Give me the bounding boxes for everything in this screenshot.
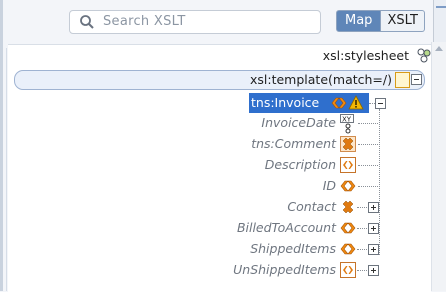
connector-line <box>358 123 378 124</box>
id-label: ID <box>322 178 336 193</box>
scroll-up-arrow-icon[interactable] <box>435 46 443 51</box>
element-box-icon <box>340 157 356 173</box>
expand-unshippeditems-icon[interactable] <box>368 265 379 276</box>
tree-node-unshippeditems[interactable]: UnShippedItems <box>0 260 446 280</box>
tree-node-invoicedate[interactable]: InvoiceDate XY <box>0 113 446 134</box>
element-icon <box>340 222 356 234</box>
tree-node-comment[interactable]: tns:Comment <box>0 134 446 154</box>
expand-contact-icon[interactable] <box>368 202 379 213</box>
stylesheet-label: xsl:stylesheet <box>322 48 410 63</box>
warning-icon <box>348 95 364 110</box>
view-tabs: Map XSLT <box>336 10 425 32</box>
connector-line <box>357 249 367 250</box>
tree-node-invoice[interactable]: tns:Invoice <box>249 93 369 113</box>
expand-billedtoaccount-icon[interactable] <box>368 223 379 234</box>
connector-line <box>358 165 378 166</box>
connector-line <box>357 270 367 271</box>
element-icon <box>340 243 356 255</box>
choice-icon <box>340 136 356 152</box>
invoice-label: tns:Invoice <box>251 95 320 110</box>
billedtoaccount-label: BilledToAccount <box>236 220 336 235</box>
contact-label: Contact <box>287 199 336 214</box>
stylesheet-icon <box>417 48 431 63</box>
connector-line <box>357 228 367 229</box>
search-placeholder: Search XSLT <box>103 14 186 29</box>
template-icon <box>395 72 410 88</box>
tree-node-description[interactable]: Description <box>0 155 446 175</box>
search-icon <box>80 15 94 29</box>
tree-node-template[interactable]: xsl:template(match=/) <box>14 70 425 90</box>
element-icon <box>331 97 347 109</box>
description-label: Description <box>264 157 336 172</box>
tree-node-billedtoaccount[interactable]: BilledToAccount <box>0 218 446 238</box>
expand-shippeditems-icon[interactable] <box>368 244 379 255</box>
template-label: xsl:template(match=/) <box>250 72 392 87</box>
tab-map[interactable]: Map <box>336 10 382 32</box>
panel-corner <box>433 0 446 42</box>
element-box-icon <box>340 262 356 278</box>
unshippeditems-label: UnShippedItems <box>233 262 336 277</box>
element-icon <box>340 180 356 192</box>
connector-line <box>358 144 378 145</box>
connector-line <box>358 186 378 187</box>
collapse-invoice-icon[interactable] <box>375 98 386 109</box>
tree-node-id[interactable]: ID <box>0 176 446 196</box>
toolbar: Search XSLT Map XSLT <box>10 0 432 42</box>
search-input[interactable]: Search XSLT <box>69 10 321 34</box>
tree-node-contact[interactable]: Contact <box>0 197 446 217</box>
comment-label: tns:Comment <box>251 136 336 151</box>
choice-icon <box>342 200 354 214</box>
tree-node-stylesheet[interactable]: xsl:stylesheet <box>323 46 432 66</box>
svg-text:XY: XY <box>342 116 352 124</box>
tree-node-shippeditems[interactable]: ShippedItems <box>0 239 446 259</box>
collapse-template-icon[interactable] <box>411 74 422 85</box>
xy-attribute-icon: XY <box>340 114 354 134</box>
tab-xslt[interactable]: XSLT <box>381 10 425 32</box>
shippeditems-label: ShippedItems <box>250 241 336 256</box>
connector-line <box>357 207 367 208</box>
invoicedate-label: InvoiceDate <box>261 115 336 130</box>
